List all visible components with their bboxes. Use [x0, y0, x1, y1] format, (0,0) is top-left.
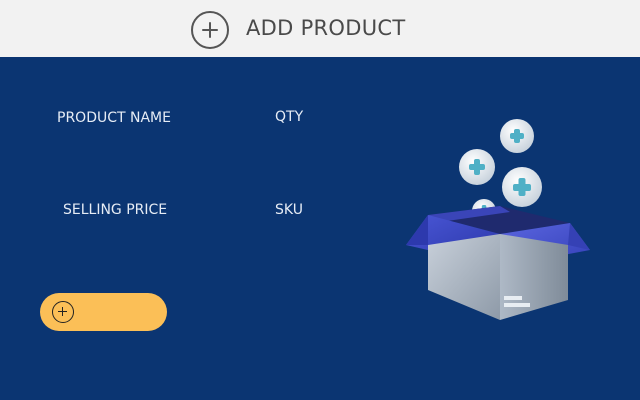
plus-circle-icon [52, 301, 74, 323]
add-product-screen: ADD PRODUCT PRODUCT NAME QTY SELLING PRI… [0, 0, 640, 400]
plus-bubble-icon [459, 149, 495, 185]
plus-bubble-icon [500, 119, 534, 153]
plus-circle-icon[interactable] [191, 11, 229, 49]
page-title: ADD PRODUCT [246, 16, 406, 40]
selling-price-field[interactable]: SELLING PRICE [63, 202, 167, 218]
plus-bubble-icon [502, 167, 542, 207]
qty-field[interactable]: QTY [275, 109, 303, 125]
open-box-illustration [406, 119, 590, 320]
sku-field[interactable]: SKU [275, 202, 303, 218]
add-button[interactable] [40, 293, 167, 331]
product-name-field[interactable]: PRODUCT NAME [57, 110, 171, 126]
header-bar: ADD PRODUCT [0, 0, 640, 57]
